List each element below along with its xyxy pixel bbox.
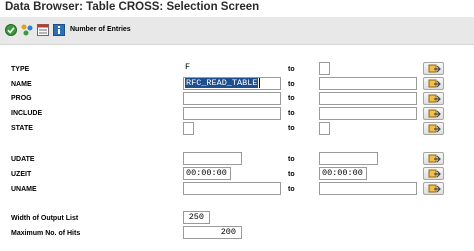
field-label-include: INCLUDE [11, 110, 43, 117]
udate-high-input[interactable] [319, 152, 378, 165]
multiple-selection-button[interactable] [423, 62, 444, 75]
multiple-selection-button[interactable] [423, 167, 444, 180]
field-label-uzeit: UZEIT [11, 171, 32, 178]
title-bar: Data Browser: Table CROSS: Selection Scr… [0, 0, 474, 17]
window-title: Data Browser: Table CROSS: Selection Scr… [5, 1, 260, 13]
maximum-no-of-hits-input[interactable]: 200 [183, 226, 242, 239]
multiple-selection-icon [428, 109, 441, 118]
include-high-input[interactable] [319, 107, 417, 120]
state-low-input[interactable] [183, 122, 194, 135]
field-label-type: TYPE [11, 66, 30, 73]
field-label-name: NAME [11, 81, 32, 88]
multiple-selection-icon [428, 64, 441, 73]
maximum-no-of-hits-label: Maximum No. of Hits [11, 230, 81, 237]
multiple-selection-icon [428, 79, 441, 88]
uzeit-low-input[interactable]: 00:00:00 [183, 167, 231, 180]
name-low-input[interactable]: RFC_READ_TABLE [183, 77, 281, 90]
list-icon[interactable] [36, 23, 50, 37]
multiple-selection-icon [428, 124, 441, 133]
to-label: to [288, 171, 295, 178]
execute-icon[interactable] [4, 23, 18, 37]
application-toolbar: Number of Entries [0, 17, 474, 45]
to-label: to [288, 110, 295, 117]
udate-low-input[interactable] [183, 152, 242, 165]
state-high-input[interactable] [319, 122, 330, 135]
include-low-input[interactable] [183, 107, 281, 120]
multiple-selection-icon [428, 184, 441, 193]
multiple-selection-button[interactable] [423, 152, 444, 165]
uname-high-input[interactable] [319, 182, 417, 195]
info-icon[interactable] [52, 23, 66, 37]
field-label-udate: UDATE [11, 156, 35, 163]
name-high-input[interactable] [319, 77, 417, 90]
multiple-selection-icon [428, 169, 441, 178]
multiple-selection-button[interactable] [423, 92, 444, 105]
uzeit-high-input[interactable]: 00:00:00 [319, 167, 367, 180]
multiple-selection-icon [428, 154, 441, 163]
field-label-prog: PROG [11, 95, 32, 102]
multiple-selection-button[interactable] [423, 182, 444, 195]
multiple-selection-icon [428, 94, 441, 103]
width-of-output-list-label: Width of Output List [11, 215, 79, 222]
to-label: to [288, 66, 295, 73]
text-cursor [259, 78, 261, 88]
multiple-selection-button[interactable] [423, 122, 444, 135]
multiple-selection-button[interactable] [423, 77, 444, 90]
prog-high-input[interactable] [319, 92, 417, 105]
uname-low-input[interactable] [183, 182, 281, 195]
field-label-state: STATE [11, 125, 33, 132]
multiple-selection-button[interactable] [423, 107, 444, 120]
type-low-input[interactable]: F [183, 62, 197, 75]
number-of-entries-button[interactable]: Number of Entries [70, 26, 131, 33]
to-label: to [288, 156, 295, 163]
selection-options-icon[interactable] [20, 23, 34, 37]
to-label: to [288, 186, 295, 193]
to-label: to [288, 95, 295, 102]
type-high-input[interactable] [319, 62, 330, 75]
prog-low-input[interactable] [183, 92, 281, 105]
to-label: to [288, 125, 295, 132]
to-label: to [288, 81, 295, 88]
width-of-output-list-input[interactable]: 250 [183, 211, 210, 224]
field-label-uname: UNAME [11, 186, 37, 193]
name-low-value: RFC_READ_TABLE [185, 78, 259, 89]
